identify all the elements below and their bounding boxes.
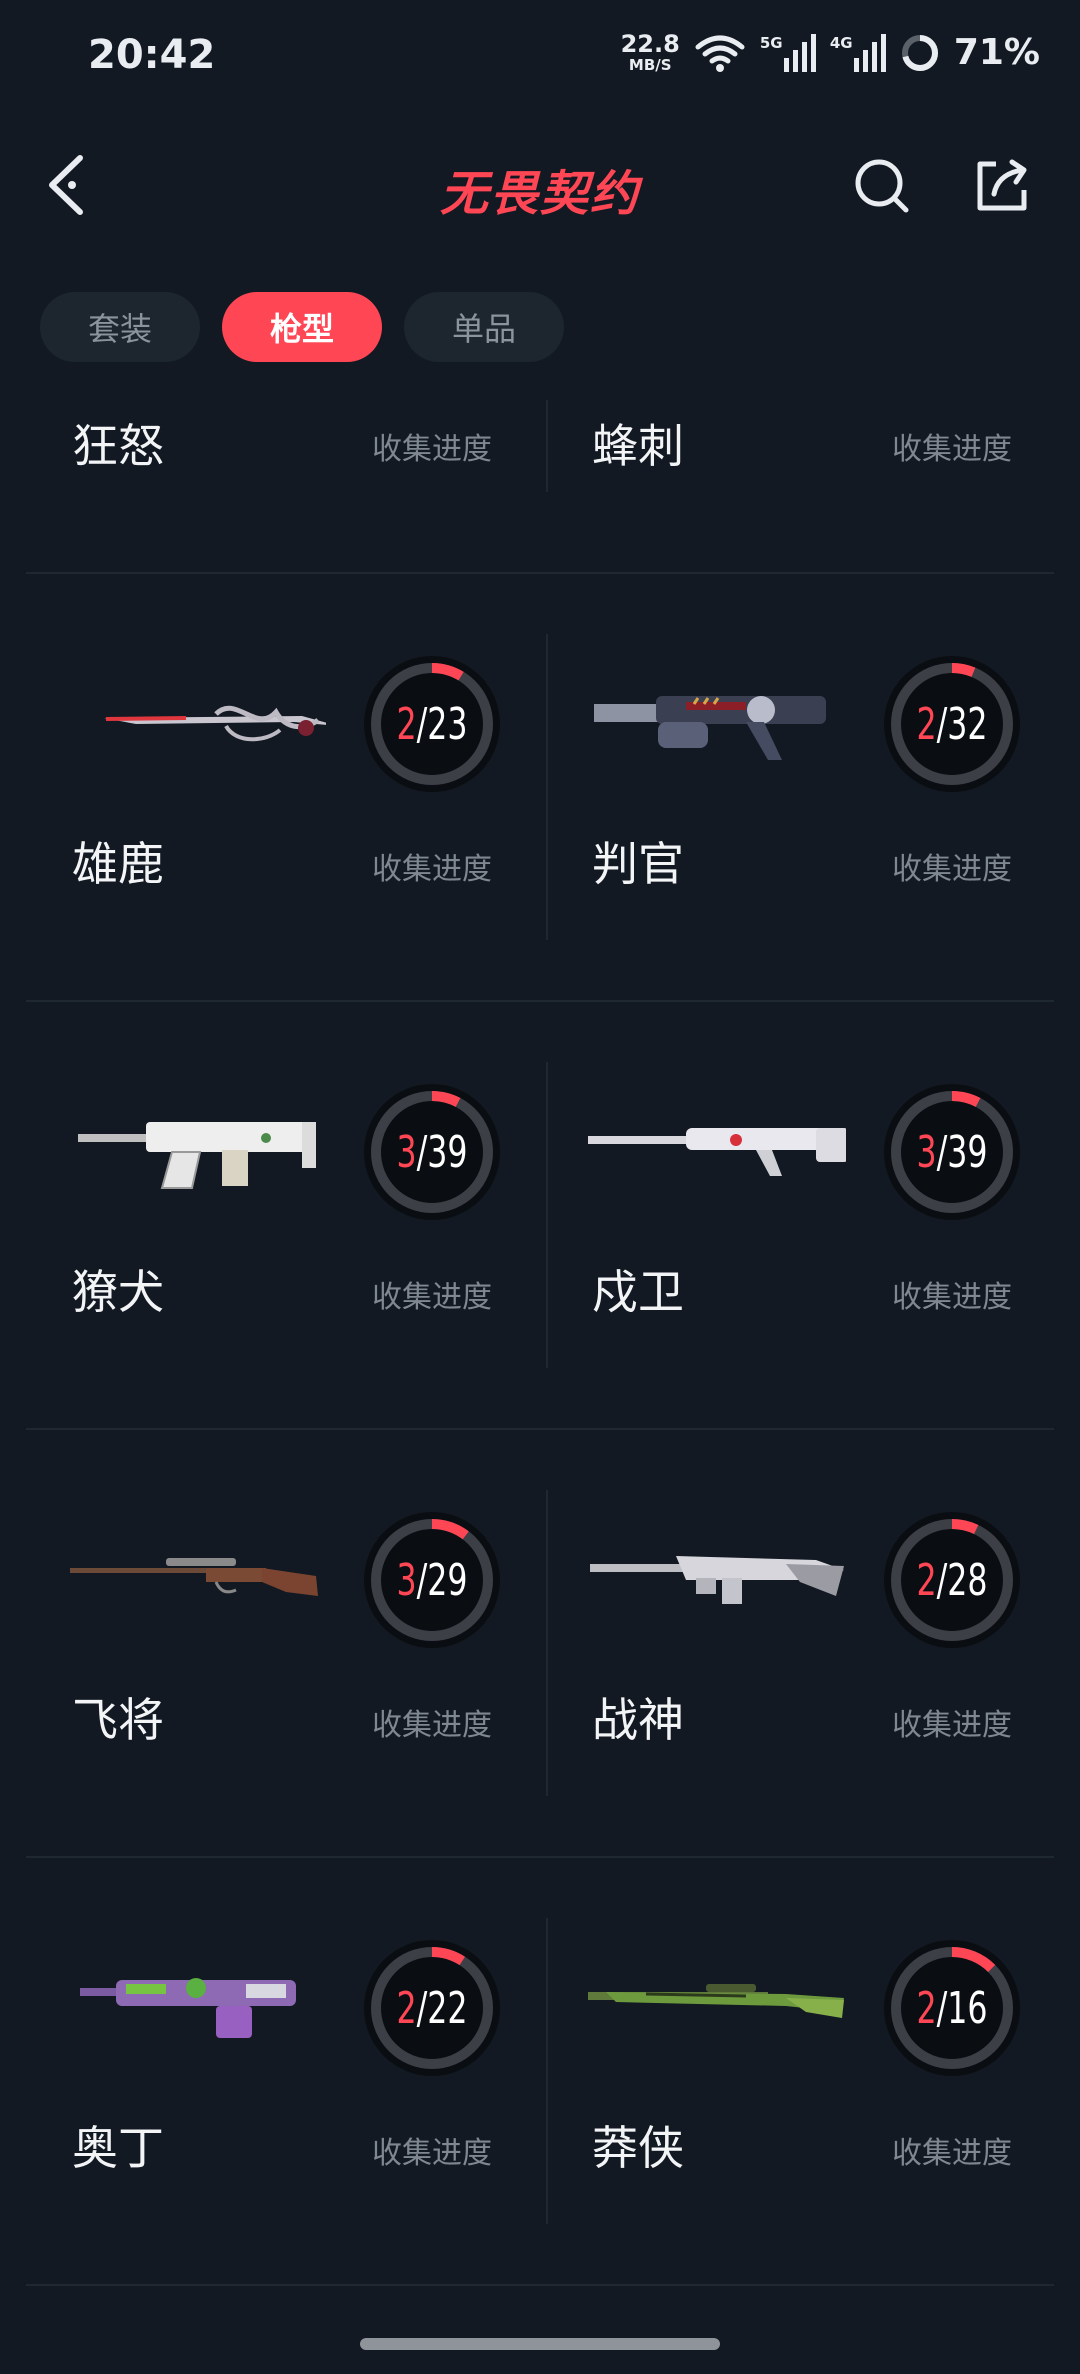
progress-label: 收集进度 bbox=[892, 1708, 1012, 1743]
weapon-name: 蜂刺 bbox=[592, 419, 684, 473]
status-bar: 20:42 22.8 MB/S 5G 4G 71% bbox=[0, 0, 1080, 120]
progress-ring: 2/32 bbox=[882, 654, 1022, 794]
progress-ring: 2/28 bbox=[882, 1510, 1022, 1650]
category-tabs: 套装 枪型 单品 bbox=[40, 292, 564, 362]
weapon-card-outlaw[interactable]: 2/16 莽侠 收集进度 bbox=[546, 1858, 1060, 2284]
total-count: /16 bbox=[936, 1982, 988, 2034]
progress-ring: 3/39 bbox=[362, 1082, 502, 1222]
weapon-card-stinger[interactable]: 蜂刺 收集进度 bbox=[546, 400, 1060, 572]
weapon-name: 战神 bbox=[592, 1693, 684, 1747]
weapon-image bbox=[594, 696, 826, 760]
weapon-row: 3/39 獠犬 收集进度 3/39 戍卫 收集进度 bbox=[26, 1002, 1054, 1430]
weapon-name: 戍卫 bbox=[592, 1265, 684, 1319]
progress-ring: 3/29 bbox=[362, 1510, 502, 1650]
owned-count: 3 bbox=[916, 1126, 937, 1178]
tab-suits[interactable]: 套装 bbox=[40, 292, 200, 362]
weapon-image bbox=[78, 1122, 316, 1189]
owned-count: 3 bbox=[396, 1554, 417, 1606]
weapon-image bbox=[588, 1128, 846, 1176]
progress-label: 收集进度 bbox=[372, 432, 492, 467]
progress-ring: 3/39 bbox=[882, 1082, 1022, 1222]
signal-4g-tag: 4G bbox=[829, 33, 853, 52]
total-count: /23 bbox=[416, 698, 468, 750]
signal-4g-icon: 4G bbox=[829, 33, 886, 72]
wifi-icon bbox=[695, 35, 745, 72]
total-count: /29 bbox=[416, 1554, 468, 1606]
weapon-card-judge[interactable]: 2/32 判官 收集进度 bbox=[546, 574, 1060, 1000]
app-header: 无畏契约 bbox=[0, 140, 1080, 230]
progress-label: 收集进度 bbox=[892, 2136, 1012, 2171]
weapon-row: 2/23 雄鹿 收集进度 2/32 判官 收集进度 bbox=[26, 574, 1054, 1002]
weapon-card-marshal[interactable]: 2/23 雄鹿 收集进度 bbox=[26, 574, 540, 1000]
progress-ring: 2/16 bbox=[882, 1938, 1022, 2078]
tab-items[interactable]: 单品 bbox=[404, 292, 564, 362]
search-icon[interactable] bbox=[852, 156, 912, 216]
weapon-row: 狂怒 收集进度 蜂刺 收集进度 bbox=[26, 400, 1054, 574]
progress-label: 收集进度 bbox=[892, 432, 1012, 467]
weapon-card-vandal[interactable]: 2/28 战神 收集进度 bbox=[546, 1430, 1060, 1856]
battery-ring-icon bbox=[901, 34, 938, 71]
home-indicator[interactable] bbox=[360, 2338, 720, 2350]
progress-label: 收集进度 bbox=[372, 852, 492, 887]
signal-5g-icon: 5G bbox=[759, 33, 816, 72]
weapon-row: 2/22 奥丁 收集进度 2/16 莽侠 收集进度 bbox=[26, 1858, 1054, 2286]
weapon-card-frenzy[interactable]: 狂怒 收集进度 bbox=[26, 400, 540, 572]
owned-count: 2 bbox=[396, 698, 417, 750]
progress-label: 收集进度 bbox=[372, 1708, 492, 1743]
progress-label: 收集进度 bbox=[372, 2136, 492, 2171]
signal-5g-tag: 5G bbox=[759, 33, 783, 52]
weapon-card-operator[interactable]: 3/29 飞将 收集进度 bbox=[26, 1430, 540, 1856]
owned-count: 3 bbox=[396, 1126, 417, 1178]
weapon-name: 奥丁 bbox=[72, 2121, 164, 2175]
progress-label: 收集进度 bbox=[372, 1280, 492, 1315]
page-title: 无畏契约 bbox=[439, 166, 640, 222]
owned-count: 2 bbox=[916, 698, 937, 750]
net-speed-unit: MB/S bbox=[628, 56, 672, 74]
progress-ring: 2/23 bbox=[362, 654, 502, 794]
progress-label: 收集进度 bbox=[892, 852, 1012, 887]
total-count: /32 bbox=[936, 698, 988, 750]
total-count: /39 bbox=[936, 1126, 988, 1178]
net-speed: 22.8 MB/S bbox=[621, 32, 680, 73]
progress-ring: 2/22 bbox=[362, 1938, 502, 2078]
progress-label: 收集进度 bbox=[892, 1280, 1012, 1315]
total-count: /39 bbox=[416, 1126, 468, 1178]
status-time: 20:42 bbox=[88, 32, 216, 78]
weapon-name: 飞将 bbox=[72, 1693, 164, 1747]
weapon-name: 雄鹿 bbox=[72, 837, 164, 891]
weapon-name: 狂怒 bbox=[72, 419, 164, 473]
weapon-name: 判官 bbox=[592, 837, 684, 891]
weapon-image bbox=[70, 1558, 318, 1596]
total-count: /22 bbox=[416, 1982, 468, 2034]
owned-count: 2 bbox=[396, 1982, 417, 2034]
weapon-card-odin[interactable]: 2/22 奥丁 收集进度 bbox=[26, 1858, 540, 2284]
net-speed-value: 22.8 bbox=[620, 30, 680, 58]
weapon-grid: 狂怒 收集进度 蜂刺 收集进度 2/23 雄鹿 收集进度 2 /32 判官 收集… bbox=[0, 400, 1080, 2286]
status-icons: 22.8 MB/S 5G 4G 71% bbox=[621, 32, 1040, 73]
weapon-name: 莽侠 bbox=[592, 2121, 684, 2175]
tab-gun-types[interactable]: 枪型 bbox=[222, 292, 382, 362]
weapon-row: 3/29 飞将 收集进度 2/28 战神 收集进度 bbox=[26, 1430, 1054, 1858]
weapon-name: 獠犬 bbox=[72, 1265, 164, 1319]
owned-count: 2 bbox=[916, 1982, 937, 2034]
weapon-image bbox=[590, 1556, 844, 1604]
total-count: /28 bbox=[936, 1554, 988, 1606]
battery-percent: 71% bbox=[953, 32, 1040, 73]
share-icon[interactable] bbox=[972, 156, 1032, 216]
owned-count: 2 bbox=[916, 1554, 937, 1606]
weapon-image bbox=[588, 1984, 844, 2018]
weapon-card-bulldog[interactable]: 3/39 獠犬 收集进度 bbox=[26, 1002, 540, 1428]
weapon-image bbox=[104, 705, 326, 742]
weapon-image bbox=[80, 1978, 296, 2038]
weapon-card-guardian[interactable]: 3/39 戍卫 收集进度 bbox=[546, 1002, 1060, 1428]
